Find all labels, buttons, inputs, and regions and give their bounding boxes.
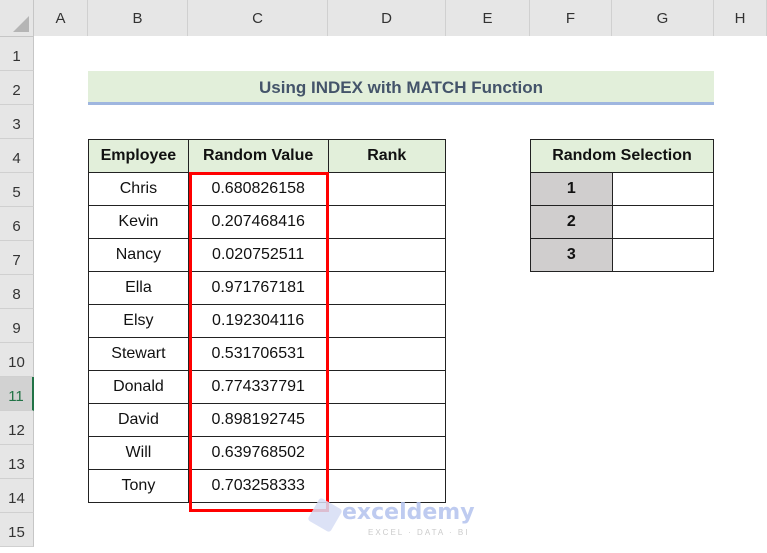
selection-result-cell[interactable] — [611, 238, 715, 272]
table-row: Elsy 0.192304116 — [88, 304, 447, 338]
employee-cell[interactable]: Nancy — [88, 238, 189, 272]
employee-cell[interactable]: Stewart — [88, 337, 189, 371]
header-rank[interactable]: Rank — [327, 139, 447, 173]
column-header-d[interactable]: D — [328, 0, 446, 36]
table-row: Stewart 0.531706531 — [88, 337, 447, 371]
row-header-10[interactable]: 10 — [0, 343, 34, 377]
table-header-row: Random Selection — [530, 139, 714, 173]
employee-cell[interactable]: Ella — [88, 271, 189, 305]
column-header-e[interactable]: E — [446, 0, 530, 36]
rank-cell[interactable] — [327, 238, 447, 272]
rank-cell[interactable] — [327, 205, 447, 239]
table-row: Kevin 0.207468416 — [88, 205, 447, 239]
header-random-selection[interactable]: Random Selection — [530, 139, 714, 173]
random-value-cell[interactable]: 0.680826158 — [187, 172, 329, 206]
row-header-4[interactable]: 4 — [0, 139, 34, 173]
random-value-cell[interactable]: 0.531706531 — [187, 337, 329, 371]
random-value-cell[interactable]: 0.207468416 — [187, 205, 329, 239]
row-header-2[interactable]: 2 — [0, 71, 34, 105]
random-selection-table: Random Selection 123 — [530, 139, 715, 272]
rank-cell[interactable] — [327, 337, 447, 371]
row-header-14[interactable]: 14 — [0, 479, 34, 513]
table-row: Will 0.639768502 — [88, 436, 447, 470]
row-header-15[interactable]: 15 — [0, 513, 34, 547]
table-header-row: Employee Random Value Rank — [88, 139, 447, 173]
selection-index-cell[interactable]: 3 — [530, 238, 613, 272]
table-row: Tony 0.703258333 — [88, 469, 447, 503]
column-header-h[interactable]: H — [714, 0, 767, 36]
column-header-a[interactable]: A — [34, 0, 88, 36]
table-row: 2 — [530, 205, 715, 239]
employee-cell[interactable]: Chris — [88, 172, 189, 206]
select-all-triangle-icon — [13, 16, 29, 32]
row-header-6[interactable]: 6 — [0, 207, 34, 241]
table-row: David 0.898192745 — [88, 403, 447, 437]
column-header-c[interactable]: C — [188, 0, 328, 36]
employee-cell[interactable]: Donald — [88, 370, 189, 404]
row-header-12[interactable]: 12 — [0, 411, 34, 445]
rank-cell[interactable] — [327, 370, 447, 404]
rank-cell[interactable] — [327, 403, 447, 437]
rank-cell[interactable] — [327, 271, 447, 305]
row-header-13[interactable]: 13 — [0, 445, 34, 479]
table-row: 1 — [530, 172, 715, 206]
column-header-f[interactable]: F — [530, 0, 612, 36]
rank-cell[interactable] — [327, 172, 447, 206]
table-row: Nancy 0.020752511 — [88, 238, 447, 272]
row-header-5[interactable]: 5 — [0, 173, 34, 207]
sheet-title: Using INDEX with MATCH Function — [88, 71, 714, 105]
table-row: 3 — [530, 238, 715, 272]
employee-cell[interactable]: Will — [88, 436, 189, 470]
random-value-cell[interactable]: 0.639768502 — [187, 436, 329, 470]
select-all-corner[interactable] — [0, 0, 34, 37]
rank-cell[interactable] — [327, 436, 447, 470]
random-value-cell[interactable]: 0.703258333 — [187, 469, 329, 503]
rank-cell[interactable] — [327, 469, 447, 503]
watermark-tagline: EXCEL · DATA · BI — [368, 528, 470, 537]
random-value-cell[interactable]: 0.971767181 — [187, 271, 329, 305]
random-value-cell[interactable]: 0.020752511 — [187, 238, 329, 272]
row-header-1[interactable]: 1 — [0, 37, 34, 71]
row-header-11[interactable]: 11 — [0, 377, 34, 411]
header-employee[interactable]: Employee — [88, 139, 189, 173]
column-header-b[interactable]: B — [88, 0, 188, 36]
selection-result-cell[interactable] — [611, 172, 715, 206]
random-value-cell[interactable]: 0.898192745 — [187, 403, 329, 437]
random-value-cell[interactable]: 0.192304116 — [187, 304, 329, 338]
selection-result-cell[interactable] — [611, 205, 715, 239]
rank-cell[interactable] — [327, 304, 447, 338]
employee-table: Employee Random Value Rank Chris 0.680826… — [88, 139, 447, 503]
header-random-value[interactable]: Random Value — [187, 139, 329, 173]
selection-index-cell[interactable]: 2 — [530, 205, 613, 239]
column-header-g[interactable]: G — [612, 0, 714, 36]
table-row: Donald 0.774337791 — [88, 370, 447, 404]
employee-cell[interactable]: Elsy — [88, 304, 189, 338]
row-header-7[interactable]: 7 — [0, 241, 34, 275]
selection-index-cell[interactable]: 1 — [530, 172, 613, 206]
watermark-name: exceldemy — [342, 500, 475, 525]
row-header-9[interactable]: 9 — [0, 309, 34, 343]
row-header-3[interactable]: 3 — [0, 105, 34, 139]
table-row: Ella 0.971767181 — [88, 271, 447, 305]
table-row: Chris 0.680826158 — [88, 172, 447, 206]
employee-cell[interactable]: Kevin — [88, 205, 189, 239]
random-value-cell[interactable]: 0.774337791 — [187, 370, 329, 404]
employee-cell[interactable]: David — [88, 403, 189, 437]
row-header-8[interactable]: 8 — [0, 275, 34, 309]
employee-cell[interactable]: Tony — [88, 469, 189, 503]
